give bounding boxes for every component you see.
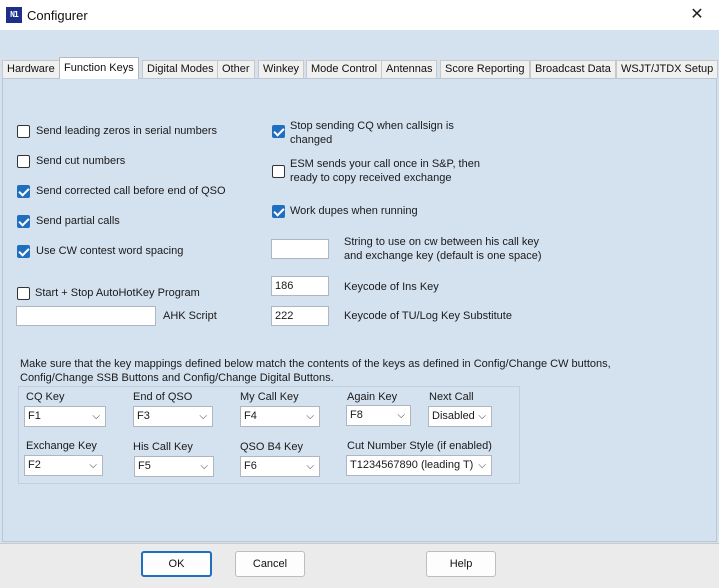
tab-score-reporting[interactable]: Score Reporting	[440, 60, 530, 78]
partial-calls-checkbox[interactable]	[17, 215, 30, 228]
cut-number-style-label: Cut Number Style (if enabled)	[347, 440, 492, 452]
again-key-dropdown[interactable]: F8 ⌵	[346, 405, 411, 426]
ins-keycode-input[interactable]: 186	[271, 276, 329, 296]
cw-word-spacing-checkbox[interactable]	[17, 245, 30, 258]
cq-key-value: F1	[28, 410, 41, 422]
qso-b4-key-value: F6	[244, 460, 257, 472]
cut-number-style-value: T1234567890 (leading T)	[350, 459, 474, 471]
key-mapping-note-line2: Config/Change SSB Buttons and Config/Cha…	[20, 372, 334, 384]
ahk-script-input[interactable]	[16, 306, 156, 326]
partial-calls-label: Send partial calls	[36, 215, 120, 227]
esm-label-line1: ESM sends your call once in S&P, then	[290, 158, 480, 170]
autohotkey-checkbox[interactable]	[17, 287, 30, 300]
his-call-key-label: His Call Key	[133, 441, 193, 453]
qso-b4-key-dropdown[interactable]: F6 ⌵	[240, 456, 320, 477]
tab-broadcast-data[interactable]: Broadcast Data	[530, 60, 616, 78]
corrected-call-label: Send corrected call before end of QSO	[36, 185, 226, 197]
end-of-qso-label: End of QSO	[133, 391, 193, 403]
tab-winkey[interactable]: Winkey	[258, 60, 305, 78]
qso-b4-key-label: QSO B4 Key	[240, 441, 303, 453]
stop-cq-label-line2: changed	[290, 134, 333, 146]
cw-between-string-input[interactable]	[271, 239, 329, 259]
cancel-button[interactable]: Cancel	[235, 551, 305, 577]
ins-keycode-label: Keycode of Ins Key	[344, 281, 439, 293]
title-bar: N1 Configurer ✕	[0, 0, 719, 30]
again-key-label: Again Key	[347, 391, 398, 403]
end-of-qso-value: F3	[137, 410, 150, 422]
tab-function-keys[interactable]: Function Keys	[59, 57, 139, 79]
corrected-call-checkbox[interactable]	[17, 185, 30, 198]
cw-string-label-line2: and exchange key (default is one space)	[344, 250, 542, 262]
tab-hardware[interactable]: Hardware	[2, 60, 60, 78]
window-title: Configurer	[27, 8, 88, 23]
esm-label-line2: ready to copy received exchange	[290, 172, 452, 184]
tu-log-keycode-input[interactable]: 222	[271, 306, 329, 326]
tab-digital-modes[interactable]: Digital Modes	[142, 60, 219, 78]
stop-cq-checkbox[interactable]	[272, 125, 285, 138]
chevron-down-icon: ⌵	[200, 461, 208, 472]
help-button[interactable]: Help	[426, 551, 496, 577]
ok-button[interactable]: OK	[141, 551, 212, 577]
cq-key-label: CQ Key	[26, 391, 65, 403]
ahk-script-label: AHK Script	[163, 310, 217, 322]
my-call-key-label: My Call Key	[240, 391, 299, 403]
esm-call-once-checkbox[interactable]	[272, 165, 285, 178]
exchange-key-label: Exchange Key	[26, 440, 97, 452]
tab-mode-control[interactable]: Mode Control	[306, 60, 383, 78]
my-call-key-value: F4	[244, 410, 257, 422]
dialog-footer	[0, 543, 719, 588]
cut-numbers-checkbox[interactable]	[17, 155, 30, 168]
chevron-down-icon: ⌵	[89, 460, 97, 471]
key-mapping-note-line1: Make sure that the key mappings defined …	[20, 358, 611, 370]
exchange-key-value: F2	[28, 459, 41, 471]
cut-numbers-label: Send cut numbers	[36, 155, 126, 167]
his-call-key-dropdown[interactable]: F5 ⌵	[134, 456, 214, 477]
work-dupes-label: Work dupes when running	[290, 205, 418, 217]
autohotkey-label: Start + Stop AutoHotKey Program	[35, 287, 200, 299]
stop-cq-label-line1: Stop sending CQ when callsign is	[290, 120, 454, 132]
chevron-down-icon: ⌵	[92, 411, 100, 422]
tab-wsjt-jtdx-setup[interactable]: WSJT/JTDX Setup	[616, 60, 719, 78]
end-of-qso-dropdown[interactable]: F3 ⌵	[133, 406, 213, 427]
chevron-down-icon: ⌵	[478, 411, 486, 422]
cw-string-label-line1: String to use on cw between his call key	[344, 236, 540, 248]
my-call-key-dropdown[interactable]: F4 ⌵	[240, 406, 320, 427]
chevron-down-icon: ⌵	[306, 461, 314, 472]
leading-zeros-label: Send leading zeros in serial numbers	[36, 125, 217, 137]
chevron-down-icon: ⌵	[199, 411, 207, 422]
cw-word-spacing-label: Use CW contest word spacing	[36, 245, 184, 257]
cut-number-style-dropdown[interactable]: T1234567890 (leading T) ⌵	[346, 455, 492, 476]
chevron-down-icon: ⌵	[397, 410, 405, 421]
n1mm-logo-icon: N1	[6, 7, 22, 23]
next-call-label: Next Call	[429, 391, 474, 403]
next-call-dropdown[interactable]: Disabled ⌵	[428, 406, 492, 427]
again-key-value: F8	[350, 409, 363, 421]
leading-zeros-checkbox[interactable]	[17, 125, 30, 138]
chevron-down-icon: ⌵	[306, 411, 314, 422]
close-icon[interactable]: ✕	[675, 0, 719, 30]
tab-antennas[interactable]: Antennas	[381, 60, 438, 78]
his-call-key-value: F5	[138, 460, 151, 472]
tu-log-keycode-label: Keycode of TU/Log Key Substitute	[344, 310, 512, 322]
tab-other[interactable]: Other	[217, 60, 255, 78]
cq-key-dropdown[interactable]: F1 ⌵	[24, 406, 106, 427]
work-dupes-checkbox[interactable]	[272, 205, 285, 218]
exchange-key-dropdown[interactable]: F2 ⌵	[24, 455, 103, 476]
next-call-value: Disabled	[432, 410, 475, 422]
chevron-down-icon: ⌵	[478, 460, 486, 471]
